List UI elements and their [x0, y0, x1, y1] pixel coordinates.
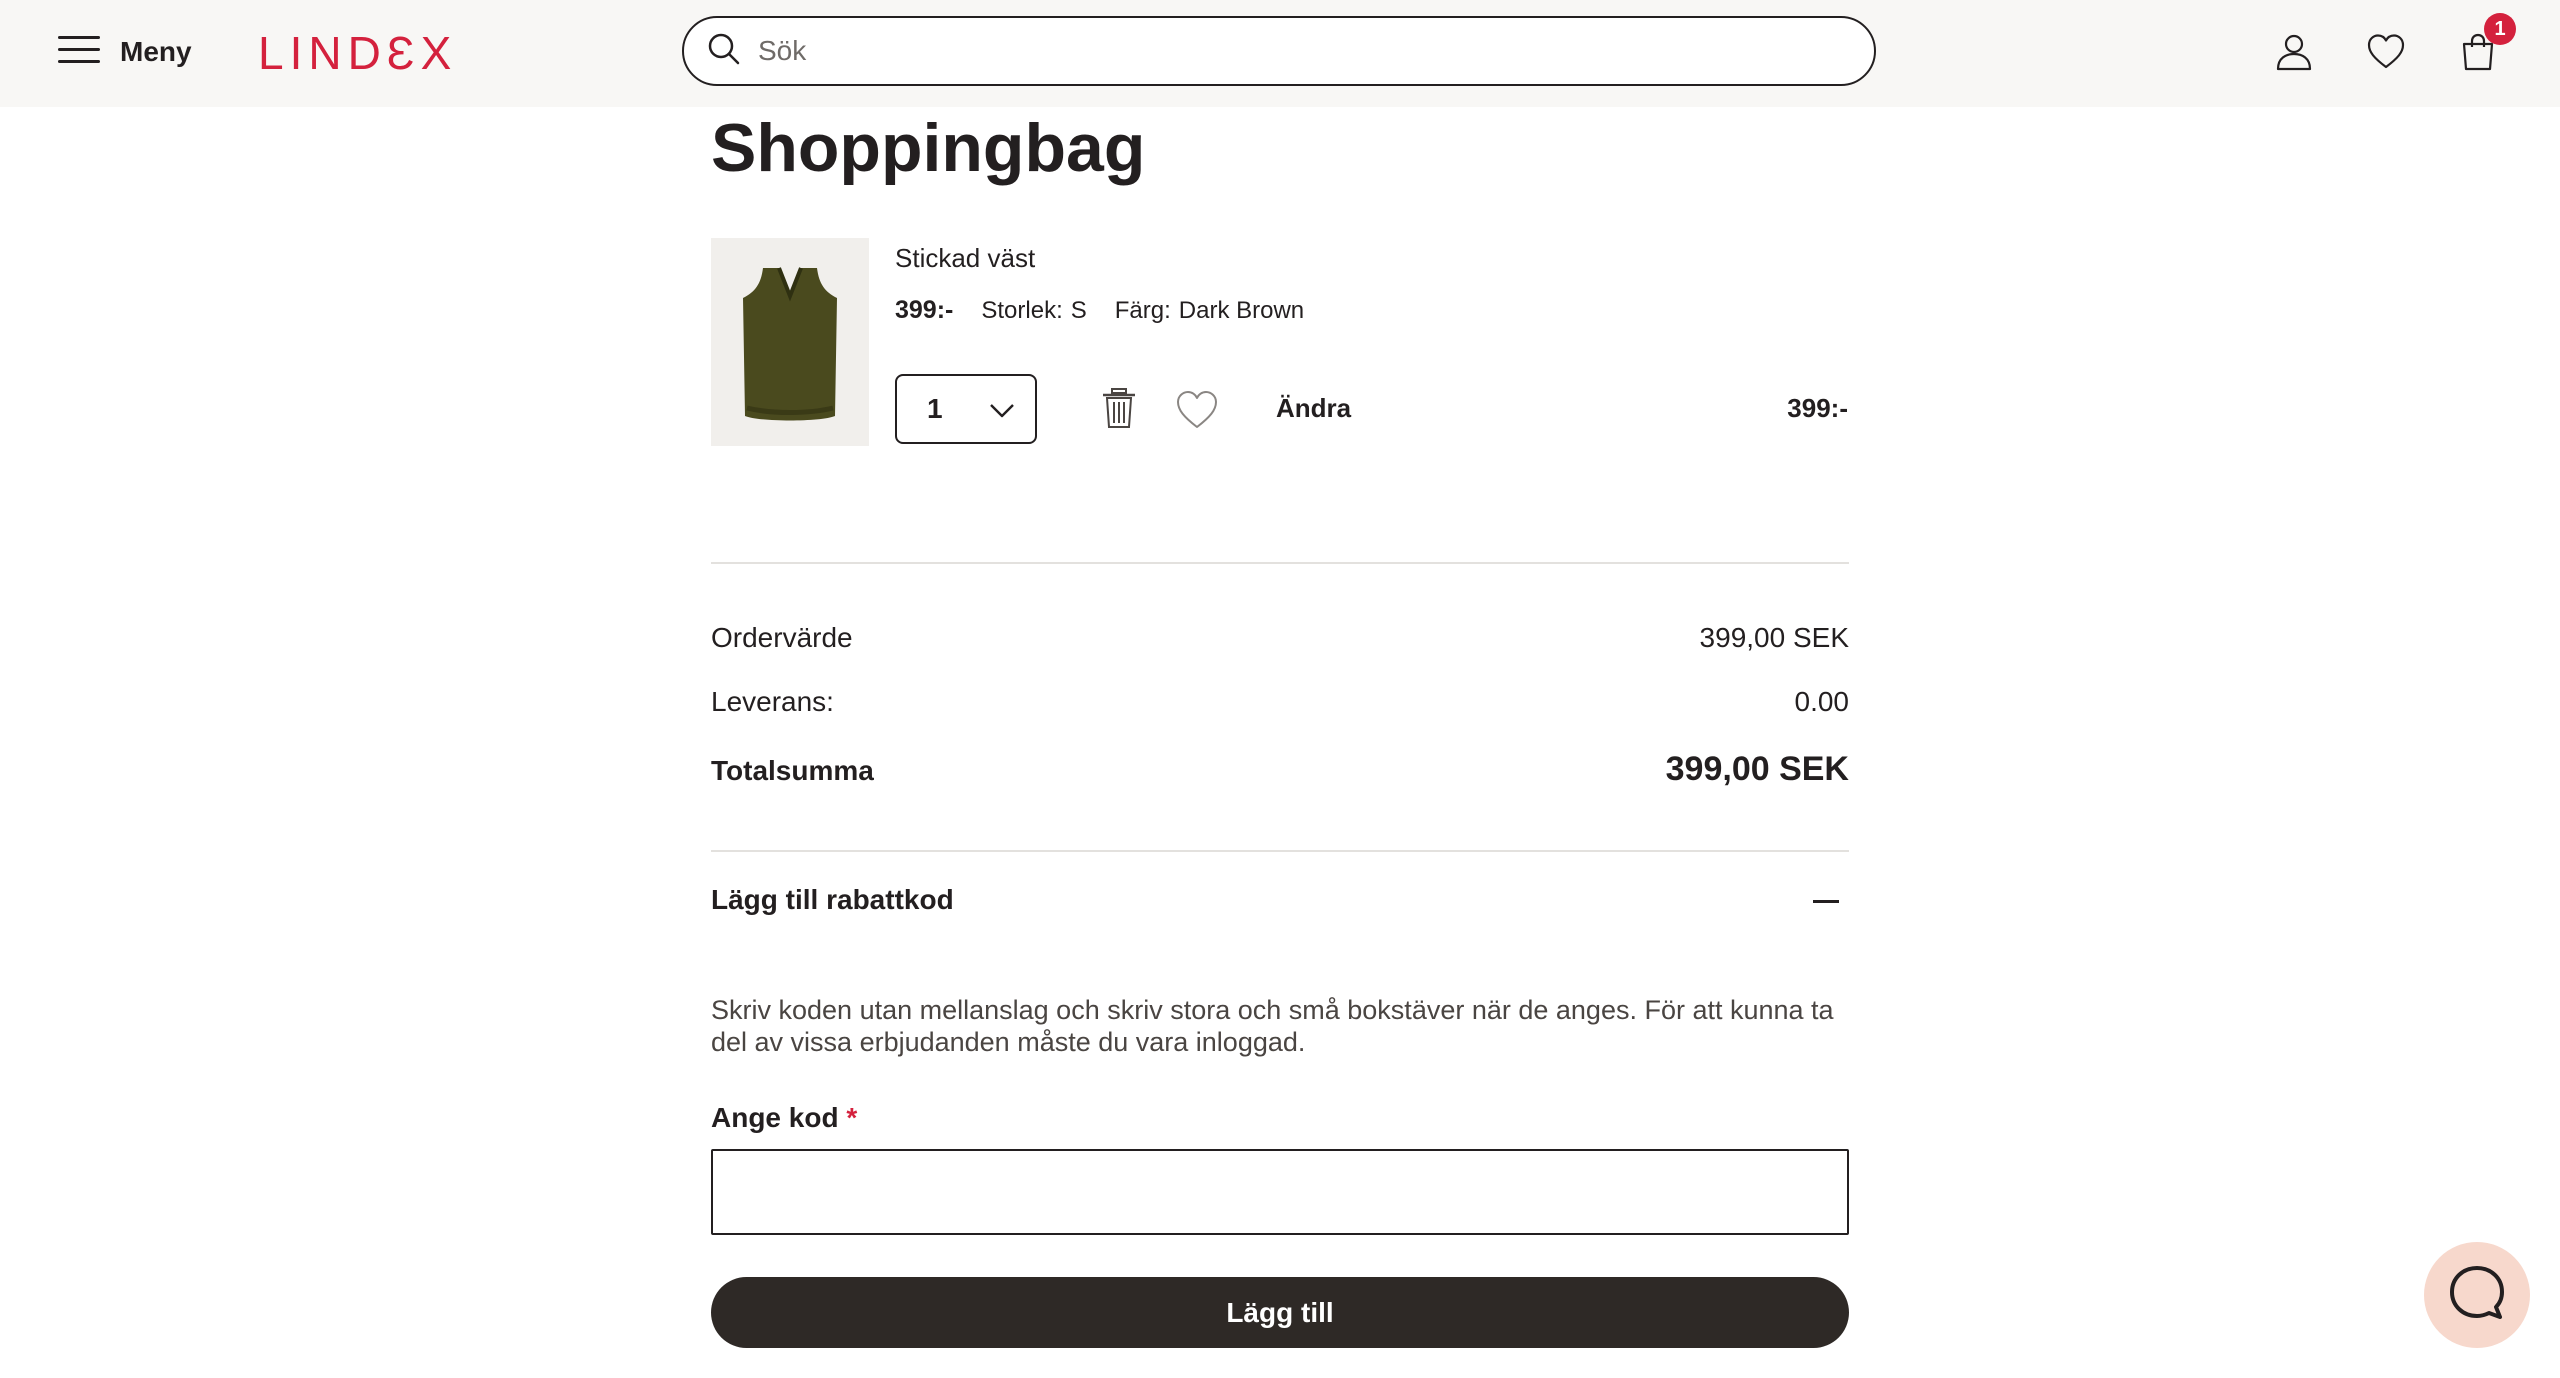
site-header: Meny LINDƐX 1 [0, 0, 2560, 107]
product-name[interactable]: Stickad väst [895, 243, 1035, 274]
total-amount: 399,00 SEK [1665, 750, 1849, 788]
delivery-row: Leverans: 0.00 [711, 686, 1849, 718]
discount-helper-text: Skriv koden utan mellanslag och skriv st… [711, 995, 1834, 1057]
delivery-label: Leverans: [711, 686, 834, 717]
chat-button[interactable] [2424, 1242, 2530, 1348]
apply-discount-button[interactable]: Lägg till [711, 1277, 1849, 1348]
cart-count-badge: 1 [2484, 13, 2516, 45]
size-label: Storlek: [981, 297, 1063, 324]
size-value: S [1070, 297, 1087, 324]
color-value: Dark Brown [1178, 297, 1305, 324]
heart-icon [2366, 34, 2406, 76]
discount-code-toggle[interactable]: Lägg till rabattkod [711, 884, 1849, 924]
code-label-text: Ange kod [711, 1102, 839, 1133]
minus-icon [1813, 900, 1839, 903]
remove-item-button[interactable] [1097, 386, 1141, 430]
chat-bubble-icon [2446, 1262, 2508, 1329]
line-total: 399:- [1787, 393, 1848, 423]
total-label: Totalsumma [711, 755, 874, 786]
order-value-amount: 399,00 SEK [1699, 622, 1849, 653]
discount-code-input[interactable] [711, 1149, 1849, 1235]
divider [711, 850, 1849, 852]
order-value-label: Ordervärde [711, 622, 853, 653]
page-title: Shoppingbag [711, 110, 1146, 186]
lindex-logo[interactable]: LINDƐX [258, 26, 457, 80]
hamburger-icon [58, 33, 102, 72]
quantity-select[interactable]: 1 [895, 374, 1037, 444]
quantity-value: 1 [927, 393, 943, 424]
save-to-wishlist-button[interactable] [1175, 388, 1219, 432]
total-row: Totalsumma 399,00 SEK [711, 750, 1849, 789]
required-mark: * [846, 1102, 858, 1133]
search-icon [684, 31, 742, 72]
menu-label: Meny [120, 36, 192, 67]
user-icon [2274, 34, 2314, 76]
discount-toggle-label: Lägg till rabattkod [711, 884, 954, 915]
product-meta: 399:- Storlek: S Färg: Dark Brown [895, 296, 1304, 325]
search-input[interactable] [756, 34, 1874, 68]
bag-icon [2458, 33, 2498, 76]
color-label: Färg: [1114, 297, 1171, 324]
delivery-amount: 0.00 [1794, 686, 1850, 717]
order-value-row: Ordervärde 399,00 SEK [711, 622, 1849, 654]
edit-item-link[interactable]: Ändra [1276, 393, 1351, 424]
wishlist-button[interactable] [2366, 32, 2406, 72]
divider [711, 562, 1849, 564]
menu-button[interactable]: Meny [58, 30, 192, 74]
discount-code-label: Ange kod * [711, 1102, 857, 1134]
trash-icon [1097, 388, 1141, 434]
heart-icon [1175, 391, 1219, 436]
search-bar[interactable] [682, 16, 1876, 86]
knitted-vest-image [711, 238, 869, 446]
product-image[interactable] [711, 238, 869, 446]
account-button[interactable] [2274, 32, 2314, 72]
product-unit-price: 399:- [895, 296, 954, 324]
